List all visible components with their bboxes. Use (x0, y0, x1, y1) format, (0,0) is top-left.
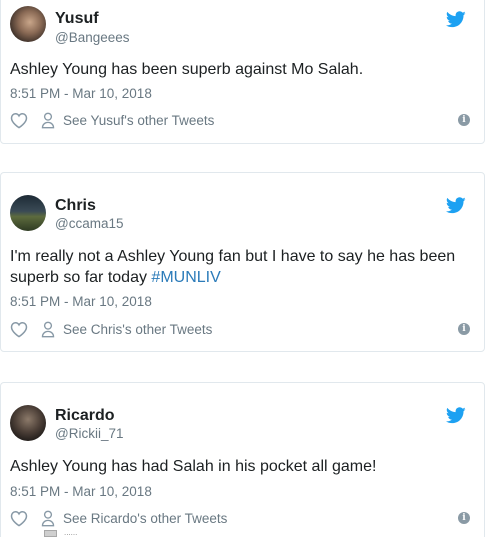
heart-icon[interactable] (10, 112, 28, 129)
see-other-tweets-link[interactable]: See Yusuf's other Tweets (63, 113, 214, 128)
author-name[interactable]: Yusuf (55, 10, 99, 28)
tweet-timestamp[interactable]: 8:51 PM - Mar 10, 2018 (10, 86, 152, 101)
person-icon[interactable] (41, 112, 55, 129)
avatar[interactable] (10, 6, 46, 42)
author-handle[interactable]: @ccama15 (55, 216, 123, 231)
twitter-bird-icon[interactable] (446, 197, 466, 214)
info-icon[interactable]: i (458, 512, 470, 524)
tweet-text: Ashley Young has been superb against Mo … (10, 61, 364, 78)
footer-peek-text: ...... (64, 528, 78, 537)
twitter-bird-icon[interactable] (446, 407, 466, 424)
hashtag-link[interactable]: #MUNLIV (151, 269, 220, 286)
avatar[interactable] (10, 405, 46, 441)
author-name[interactable]: Chris (55, 197, 96, 215)
see-other-tweets-link[interactable]: See Chris's other Tweets (63, 322, 212, 337)
tweet-actions: See Ricardo's other Tweets i (10, 509, 470, 529)
tweet-text: I'm really not a Ashley Young fan but I … (10, 248, 456, 286)
heart-icon[interactable] (10, 321, 28, 338)
twitter-bird-icon[interactable] (446, 11, 466, 28)
tweet-card: Yusuf @Bangeees Ashley Young has been su… (0, 0, 485, 144)
info-icon[interactable]: i (458, 323, 470, 335)
tweet-timestamp[interactable]: 8:51 PM - Mar 10, 2018 (10, 484, 152, 499)
heart-icon[interactable] (10, 510, 28, 527)
tweet-timestamp[interactable]: 8:51 PM - Mar 10, 2018 (10, 294, 152, 309)
tweet-actions: See Chris's other Tweets i (10, 320, 470, 340)
author-name[interactable]: Ricardo (55, 407, 115, 425)
avatar[interactable] (10, 195, 46, 231)
tweet-actions: See Yusuf's other Tweets i (10, 111, 470, 131)
author-handle[interactable]: @Bangeees (55, 30, 130, 45)
person-icon[interactable] (41, 321, 55, 338)
chevron-down-icon[interactable] (44, 530, 57, 537)
info-icon[interactable]: i (458, 114, 470, 126)
person-icon[interactable] (41, 510, 55, 527)
tweet-card: Ricardo @Rickii_71 Ashley Young has had … (0, 382, 485, 537)
tweet-text: Ashley Young has had Salah in his pocket… (10, 458, 377, 475)
author-handle[interactable]: @Rickii_71 (55, 426, 123, 441)
see-other-tweets-link[interactable]: See Ricardo's other Tweets (63, 511, 227, 526)
tweet-card: Chris @ccama15 I'm really not a Ashley Y… (0, 172, 485, 352)
